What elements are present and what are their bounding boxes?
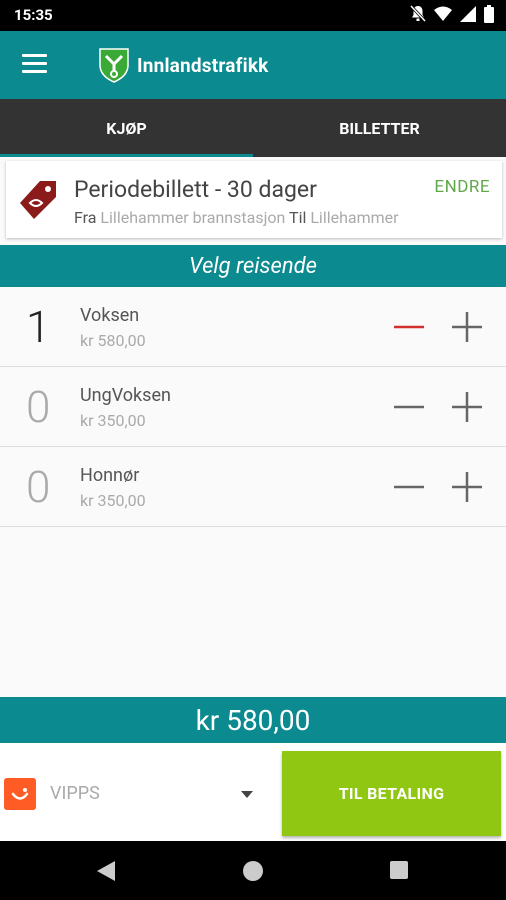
status-bar: 15:35 xyxy=(0,0,506,31)
payment-method-select[interactable]: VIPPS xyxy=(0,743,270,841)
section-title: Velg reisende xyxy=(0,245,506,287)
vipps-logo-icon xyxy=(4,778,36,810)
payment-bar: VIPPS TIL BETALING xyxy=(0,743,506,841)
traveler-list: 1 Voksen kr 580,00 0 UngVoksen kr 350,00… xyxy=(0,287,506,527)
plus-icon[interactable] xyxy=(451,311,483,343)
traveler-row-voksen: 1 Voksen kr 580,00 xyxy=(0,287,506,367)
traveler-row-ungvoksen: 0 UngVoksen kr 350,00 xyxy=(0,367,506,447)
innlandstrafikk-logo-icon xyxy=(99,48,129,83)
traveler-count: 0 xyxy=(26,381,51,433)
plus-icon[interactable] xyxy=(451,391,483,423)
traveler-price: kr 350,00 xyxy=(80,491,146,510)
traveler-label: Voksen xyxy=(80,305,140,326)
traveler-label: UngVoksen xyxy=(80,385,171,406)
app-bar: Innlandstrafikk xyxy=(0,31,506,99)
traveler-count: 0 xyxy=(26,461,51,513)
menu-icon[interactable] xyxy=(22,54,47,74)
ticket-route: Fra Lillehammer brannstasjon Til Lilleha… xyxy=(74,208,399,227)
edit-ticket-button[interactable]: ENDRE xyxy=(434,177,490,197)
traveler-label: Honnør xyxy=(80,465,140,486)
traveler-count: 1 xyxy=(26,301,51,353)
back-icon[interactable] xyxy=(95,860,117,882)
route-to: Lillehammer xyxy=(310,208,399,227)
to-payment-button[interactable]: TIL BETALING xyxy=(282,751,501,836)
wifi-icon xyxy=(434,6,452,21)
route-from-prefix: Fra xyxy=(74,208,97,227)
minus-icon[interactable] xyxy=(393,311,425,343)
minus-icon[interactable] xyxy=(393,391,425,423)
dropdown-arrow-icon xyxy=(241,791,253,798)
total-price: kr 580,00 xyxy=(0,697,506,743)
ticket-tag-icon xyxy=(20,181,56,219)
payment-method-label: VIPPS xyxy=(50,783,100,804)
notifications-off-icon xyxy=(410,5,426,23)
battery-icon xyxy=(484,5,494,23)
route-to-prefix: Til xyxy=(289,208,307,227)
recents-icon[interactable] xyxy=(389,860,409,880)
traveler-row-honnor: 0 Honnør kr 350,00 xyxy=(0,447,506,527)
home-icon[interactable] xyxy=(242,860,264,882)
signal-icon xyxy=(460,6,476,22)
traveler-price: kr 580,00 xyxy=(80,331,146,350)
route-from: Lillehammer brannstasjon xyxy=(100,208,286,227)
plus-icon[interactable] xyxy=(451,471,483,503)
brand: Innlandstrafikk xyxy=(97,47,269,83)
traveler-price: kr 350,00 xyxy=(80,411,146,430)
tab-bar: KJØP BILLETTER xyxy=(0,99,506,157)
tab-buy[interactable]: KJØP xyxy=(0,99,253,157)
ticket-card: Periodebillett - 30 dager ENDRE Fra Lill… xyxy=(6,161,502,238)
brand-name: Innlandstrafikk xyxy=(137,53,269,77)
ticket-title: Periodebillett - 30 dager xyxy=(74,176,317,203)
status-icons xyxy=(410,5,494,23)
status-time: 15:35 xyxy=(14,6,53,24)
tab-tickets[interactable]: BILLETTER xyxy=(253,99,506,157)
system-nav-bar xyxy=(0,841,506,900)
minus-icon[interactable] xyxy=(393,471,425,503)
